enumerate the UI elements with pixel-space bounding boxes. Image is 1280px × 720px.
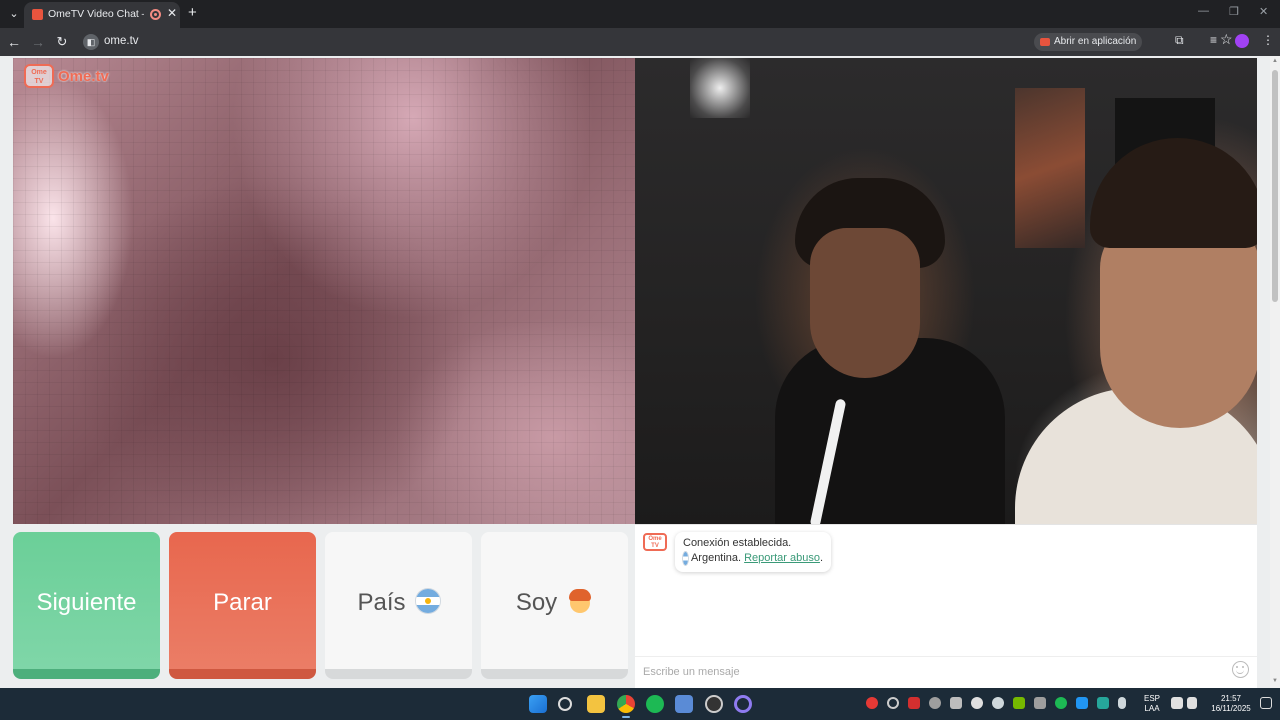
media-controls-icon[interactable]: ≡ — [1210, 33, 1217, 47]
clock[interactable]: 21:57 16/11/2025 — [1206, 694, 1256, 714]
windows-taskbar: ESP LAA 21:57 16/11/2025 — [0, 688, 1280, 720]
app-icon-blue[interactable] — [675, 695, 693, 713]
tab-favicon — [32, 9, 43, 20]
reload-icon[interactable]: ↻ — [53, 33, 71, 51]
site-info-icon[interactable]: ◧ — [83, 34, 99, 50]
country-button[interactable]: País — [325, 532, 472, 679]
ometv-logo[interactable]: Ome TV Ome.tv — [24, 64, 109, 88]
ometv-chat-logo-icon: Ome TV — [643, 533, 667, 551]
emoji-icon[interactable] — [1232, 661, 1249, 678]
network-icon[interactable] — [1171, 697, 1183, 709]
forward-icon[interactable]: → — [29, 33, 47, 51]
language-code: ESP — [1143, 694, 1160, 703]
search-icon[interactable] — [558, 697, 572, 711]
tab-close-icon[interactable]: ✕ — [167, 6, 177, 20]
new-tab-icon[interactable]: + — [188, 4, 197, 22]
next-button[interactable]: Siguiente — [13, 532, 160, 679]
clock-date: 16/11/2025 — [1211, 704, 1251, 713]
clock-time: 21:57 — [1220, 694, 1242, 703]
stop-button[interactable]: Parar — [169, 532, 316, 679]
stranger-country: Argentina. — [690, 552, 742, 564]
spotify-icon[interactable] — [646, 695, 664, 713]
address-bar[interactable]: ◧ ome.tv Abrir en aplicación ☆ — [80, 31, 1233, 53]
country-button-label: País — [357, 588, 406, 616]
stranger-video: Ome TV Ome.tv — [13, 58, 635, 524]
chrome-active-indicator — [622, 716, 630, 718]
tab-search-icon[interactable]: ⌄ — [5, 5, 23, 23]
tray-device-icon[interactable] — [950, 697, 962, 709]
boy-icon — [567, 588, 593, 614]
scroll-thumb[interactable] — [1272, 70, 1278, 302]
app-icon — [1040, 38, 1050, 46]
profile-avatar[interactable] — [1235, 34, 1249, 48]
ometv-logo-text: Ome.tv — [58, 67, 109, 85]
open-in-app-button[interactable]: Abrir en aplicación — [1034, 33, 1143, 51]
tray-app-icon[interactable] — [929, 697, 941, 709]
report-abuse-link[interactable]: Reportar abuso — [744, 552, 820, 564]
tray-webcam-icon[interactable] — [971, 697, 983, 709]
background-lamp — [690, 58, 750, 118]
layout-code: LAA — [1144, 704, 1160, 713]
open-in-app-label: Abrir en aplicación — [1054, 36, 1137, 47]
next-button-label: Siguiente — [36, 588, 137, 616]
extensions-icon[interactable]: ⧉ — [1175, 33, 1184, 48]
background-poster — [1015, 88, 1085, 248]
pixelation-overlay — [13, 58, 635, 524]
message-input[interactable] — [635, 656, 1257, 687]
recording-icon — [150, 9, 161, 20]
restore-icon[interactable]: ❐ — [1229, 5, 1239, 18]
bluetooth-icon[interactable] — [1076, 697, 1088, 709]
window-close-icon[interactable]: ✕ — [1259, 5, 1268, 18]
argentina-flag-icon — [415, 588, 440, 613]
gender-button[interactable]: Soy — [481, 532, 628, 679]
tab-title: OmeTV Video Chat — Omegle — [48, 8, 144, 20]
tray-nvidia-icon[interactable] — [1013, 697, 1025, 709]
obs-icon[interactable] — [705, 695, 723, 713]
browser-tab-strip: ⌄ OmeTV Video Chat — Omegle ✕ + — ❐ ✕ — [0, 0, 1280, 28]
page-scrollbar[interactable]: ▲ ▼ — [1270, 56, 1280, 688]
volume-icon[interactable] — [1187, 697, 1197, 709]
chat-panel: Ome TV Conexión establecida. Argentina. … — [635, 524, 1257, 688]
stranger-country-line: Argentina. Reportar abuso. — [683, 551, 823, 566]
browser-tab[interactable]: OmeTV Video Chat — Omegle ✕ — [24, 2, 180, 28]
menu-icon[interactable]: ⋮ — [1262, 33, 1274, 47]
tray-steam-icon[interactable] — [887, 697, 899, 709]
gender-button-label: Soy — [515, 588, 558, 616]
boy-icon-hair — [569, 588, 592, 601]
ometv-logo-icon: Ome TV — [24, 64, 54, 88]
tray-record-icon[interactable] — [866, 697, 878, 709]
tray-security-icon[interactable] — [1097, 697, 1109, 709]
report-suffix: . — [819, 552, 823, 564]
connection-status: Conexión establecida. — [683, 537, 792, 549]
tray-keyboard-icon[interactable] — [1034, 697, 1046, 709]
url-text: ome.tv — [104, 35, 139, 47]
scroll-up-icon[interactable]: ▲ — [1271, 58, 1279, 64]
microphone-icon[interactable] — [1118, 697, 1126, 709]
language-indicator[interactable]: ESP LAA — [1140, 694, 1164, 714]
back-icon[interactable]: ← — [5, 33, 23, 51]
argentina-flag-icon — [683, 552, 688, 565]
start-icon[interactable] — [529, 695, 547, 713]
person-right-face — [1100, 218, 1257, 428]
stop-button-label: Parar — [213, 588, 272, 616]
browser-toolbar: ← → ↻ ◧ ome.tv Abrir en aplicación ☆ ⧉ ≡… — [0, 28, 1280, 56]
minimize-icon[interactable]: — — [1198, 5, 1209, 17]
app-icon-purple[interactable] — [734, 695, 752, 713]
person-left-face — [810, 228, 920, 378]
ometv-page: Ome TV Ome.tv Siguiente Parar País Soy O… — [0, 56, 1280, 688]
self-video — [635, 58, 1257, 524]
bookmark-star-icon[interactable]: ☆ — [1220, 31, 1233, 48]
file-explorer-icon[interactable] — [587, 695, 605, 713]
notifications-icon[interactable] — [1260, 697, 1272, 709]
chrome-icon[interactable] — [617, 695, 635, 713]
tray-spotify-icon[interactable] — [1055, 697, 1067, 709]
tray-download-icon[interactable] — [908, 697, 920, 709]
tray-cloud-icon[interactable] — [992, 697, 1004, 709]
scroll-down-icon[interactable]: ▼ — [1271, 678, 1279, 684]
system-message: Conexión establecida. Argentina. Reporta… — [675, 532, 831, 572]
